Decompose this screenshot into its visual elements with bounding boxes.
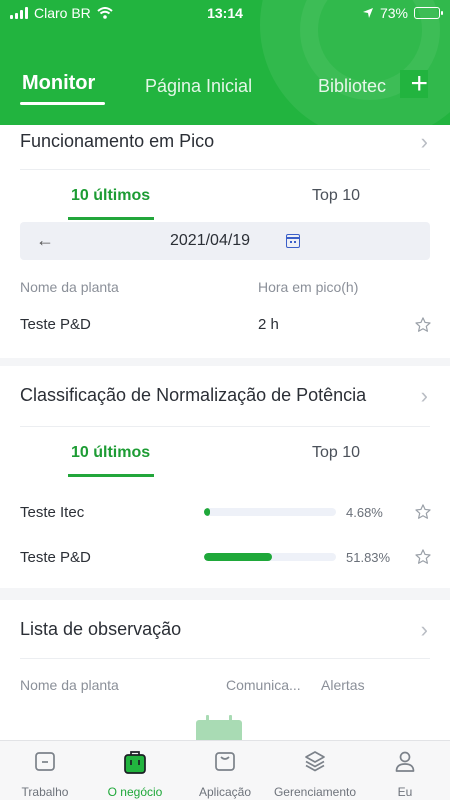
- peak-row-plant[interactable]: Teste P&D: [20, 316, 91, 333]
- col-communication: Comunica...: [226, 677, 301, 693]
- app-header: Claro BR 13:14 73% Monitor Página Inicia…: [0, 0, 450, 125]
- tab-monitor[interactable]: Monitor: [22, 72, 95, 95]
- tab-biblioteca[interactable]: Bibliotec: [318, 76, 386, 97]
- status-bar: Claro BR 13:14 73%: [0, 0, 450, 26]
- peak-row-hours: 2 h: [258, 316, 279, 333]
- norm-row-plant[interactable]: Teste P&D: [20, 549, 91, 566]
- bag-icon: [124, 751, 146, 774]
- norm-progress-bar: [204, 553, 336, 561]
- chevron-right-icon[interactable]: ›: [421, 383, 428, 409]
- peak-title[interactable]: Funcionamento em Pico: [20, 131, 214, 152]
- selected-date[interactable]: 2021/04/19: [170, 232, 250, 250]
- layers-icon: [305, 751, 325, 772]
- star-icon[interactable]: [414, 503, 432, 521]
- segment-last-10[interactable]: 10 últimos: [71, 187, 150, 205]
- watchlist-title[interactable]: Lista de observação: [20, 619, 181, 640]
- norm-progress-fill: [204, 508, 211, 516]
- normalization-segment: 10 últimos Top 10: [20, 427, 430, 477]
- tab-pagina-inicial[interactable]: Página Inicial: [145, 76, 252, 97]
- calendar-icon[interactable]: [286, 234, 300, 248]
- tab-label: Trabalho: [21, 785, 69, 799]
- chevron-right-icon[interactable]: ›: [421, 617, 428, 643]
- add-icon[interactable]: +: [400, 69, 428, 99]
- star-icon[interactable]: [414, 548, 432, 566]
- arrow-left-icon[interactable]: ←: [36, 230, 54, 251]
- battery-icon: [414, 7, 443, 19]
- app-icon: [215, 752, 235, 771]
- segment-last-10[interactable]: 10 últimos: [71, 444, 150, 462]
- work-icon: [35, 752, 55, 771]
- segment-indicator: [68, 474, 154, 477]
- watchlist-card: Lista de observação › Nome da planta Com…: [0, 600, 450, 740]
- peak-segment: 10 últimos Top 10: [20, 170, 430, 220]
- segment-indicator: [68, 217, 154, 220]
- norm-progress-fill: [204, 553, 273, 561]
- tab-label: Gerenciamento: [273, 785, 357, 799]
- date-selector: ← 2021/04/19: [20, 222, 430, 260]
- battery-percent: 73%: [379, 5, 408, 21]
- norm-row-percent: 51.83%: [346, 550, 391, 565]
- active-tab-indicator: [20, 102, 105, 105]
- chevron-right-icon[interactable]: ›: [421, 129, 428, 155]
- norm-row-plant[interactable]: Teste Itec: [20, 504, 84, 521]
- col-plant-name: Nome da planta: [20, 279, 119, 295]
- star-icon[interactable]: [414, 316, 432, 334]
- tab-label: O negócio: [107, 785, 163, 799]
- col-peak-hours: Hora em pico(h): [258, 279, 359, 295]
- person-icon: [395, 751, 415, 772]
- tab-label: Aplicação: [198, 785, 252, 799]
- segment-top-10[interactable]: Top 10: [312, 444, 360, 462]
- top-tabs: Monitor Página Inicial Bibliotec +: [0, 66, 450, 106]
- col-plant-name: Nome da planta: [20, 677, 119, 693]
- col-alerts: Alertas: [321, 677, 365, 693]
- segment-top-10[interactable]: Top 10: [312, 187, 360, 205]
- norm-row-percent: 4.68%: [346, 505, 383, 520]
- bottom-tab-bar: Trabalho O negócio Aplicação Gerenciamen…: [0, 740, 450, 800]
- location-icon: [362, 8, 373, 18]
- empty-state-icon: [196, 715, 242, 742]
- divider: [20, 658, 430, 659]
- tab-label: Eu: [397, 785, 413, 799]
- norm-progress-bar: [204, 508, 336, 516]
- normalization-title[interactable]: Classificação de Normalização de Potênci…: [20, 385, 366, 406]
